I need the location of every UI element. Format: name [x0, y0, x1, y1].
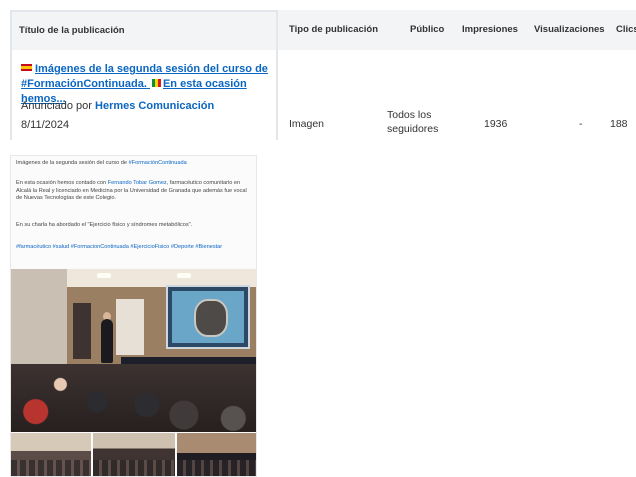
photo-door [73, 303, 91, 359]
photo-thumbnails [11, 433, 256, 476]
header-clicks[interactable]: Clics [616, 10, 636, 50]
publication-title-cell: Título de la publicación Imágenes de la … [10, 10, 278, 140]
post-line1-prefix: Imágenes de la segunda sesión del curso … [16, 160, 128, 166]
post-hashtag-formacion[interactable]: #FormaciónContinuada [129, 160, 187, 166]
audience-value: Todos los seguidores [387, 109, 439, 135]
header-views[interactable]: Visualizaciones [534, 10, 605, 50]
views-value: - [579, 118, 583, 130]
audience [11, 364, 256, 432]
announcer-link[interactable]: Hermes Comunicación [95, 100, 214, 112]
post-text-line1: Imágenes de la segunda sesión del curso … [16, 160, 252, 168]
posts-analytics-table: Tipo de publicación Público Impresiones … [10, 10, 636, 140]
thumbnail-crowd [11, 460, 91, 476]
post-line2-prefix: En esta ocasión hemos contado con [16, 180, 107, 186]
announced-prefix: Anunciado por [21, 100, 92, 112]
announced-by: Anunciado por Hermes Comunicación [21, 100, 214, 112]
thumbnail-crowd [93, 460, 175, 476]
post-main-photo[interactable] [11, 269, 256, 432]
publication-type-value: Imagen [289, 118, 325, 130]
ceiling-light-icon [97, 273, 111, 278]
projection-slide [172, 291, 244, 343]
thumbnail-photo-3[interactable] [177, 433, 256, 476]
photo-wall-panel [116, 299, 144, 355]
thumbnail-photo-1[interactable] [11, 433, 91, 476]
publication-date: 8/11/2024 [21, 119, 70, 131]
clicks-value: 188 [610, 118, 628, 130]
post-hashtags[interactable]: #farmacéutico #salud #FormacionContinuad… [16, 244, 252, 252]
projection-screen [166, 285, 250, 349]
impressions-value: 1936 [484, 118, 508, 130]
flag-icon [151, 79, 161, 87]
spain-flag-icon [21, 64, 32, 71]
header-publication-type[interactable]: Tipo de publicación [289, 10, 378, 50]
header-audience[interactable]: Público [410, 10, 444, 50]
post-person-mention[interactable]: Fernando Tobar Gomez [108, 180, 167, 186]
slide-image [194, 299, 228, 337]
speaker [101, 319, 113, 363]
header-impressions[interactable]: Impresiones [462, 10, 518, 50]
header-publication-title[interactable]: Título de la publicación [19, 12, 125, 50]
thumbnail-photo-2[interactable] [93, 433, 175, 476]
post-text-line2: En esta ocasión hemos contado con Fernan… [16, 180, 252, 203]
thumbnail-crowd [177, 460, 256, 476]
ceiling-light-icon [177, 273, 191, 278]
post-preview[interactable]: Imágenes de la segunda sesión del curso … [10, 155, 257, 477]
post-text-line3: En su charla ha abordado el "Ejercicio f… [16, 222, 193, 228]
